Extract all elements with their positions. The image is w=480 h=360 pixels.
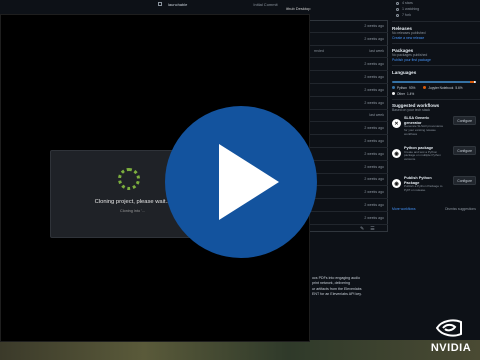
file-list: 2 weeks ago 2 weeks ago rrrcled last week… bbox=[310, 20, 388, 225]
workflow-desc: Generate SLSA3 provenance for your exist… bbox=[404, 124, 444, 136]
desktop-wallpaper bbox=[0, 340, 480, 360]
folder-icon bbox=[158, 2, 162, 6]
language-other[interactable]: Other 1.4% bbox=[392, 92, 414, 96]
file-time: 2 weeks ago bbox=[364, 164, 384, 169]
slsa-icon: ✕ bbox=[392, 119, 401, 128]
file-time: 2 weeks ago bbox=[364, 177, 384, 182]
repo-sidebar: 4 stars 1 watching 7 fork Releases No re… bbox=[392, 0, 480, 340]
file-time: 2 weeks ago bbox=[364, 23, 384, 28]
file-time: 2 weeks ago bbox=[364, 139, 384, 144]
file-time: 2 weeks ago bbox=[364, 87, 384, 92]
file-time: 2 weeks ago bbox=[364, 215, 384, 220]
repo-file-header: launchable Initial Commit bbox=[150, 0, 390, 8]
workflow-desc: Publish a Python Package to PyPI on rele… bbox=[404, 184, 443, 192]
dismiss-suggestions-link[interactable]: Dismiss suggestions bbox=[445, 207, 476, 211]
file-time: 2 weeks ago bbox=[364, 100, 384, 105]
file-row[interactable]: 2 weeks ago bbox=[310, 148, 388, 161]
language-bar-python bbox=[392, 80, 471, 83]
configure-button[interactable]: Configure bbox=[453, 116, 476, 125]
workflows-footer: More workflows Dismiss suggestions bbox=[392, 207, 480, 211]
file-row[interactable]: 2 weeks ago bbox=[310, 20, 388, 33]
file-row[interactable]: 2 weeks ago bbox=[310, 186, 388, 200]
nvidia-wordmark: NVIDIA bbox=[430, 342, 472, 354]
file-row[interactable]: 2 weeks ago bbox=[310, 212, 388, 225]
desktop-app-title: ithub Desktop bbox=[286, 6, 311, 11]
workflow-card: ✕ SLSA Generic generator Generate SLSA3 … bbox=[392, 113, 480, 143]
language-bar-other bbox=[474, 80, 476, 83]
file-time: 2 weeks ago bbox=[364, 203, 384, 208]
file-time: 2 weeks ago bbox=[364, 36, 384, 41]
nvidia-logo: NVIDIA bbox=[428, 318, 474, 356]
file-row[interactable]: rrrcled last week bbox=[310, 46, 388, 59]
file-row[interactable]: 2 weeks ago bbox=[310, 71, 388, 84]
file-time: 2 weeks ago bbox=[364, 62, 384, 67]
stat-forks[interactable]: 7 fork bbox=[392, 12, 480, 18]
configure-button[interactable]: Configure bbox=[453, 176, 476, 185]
readme-line: ENT for an Elevenlabs API key. bbox=[312, 292, 362, 297]
file-time: 2 weeks ago bbox=[364, 75, 384, 80]
folder-name[interactable]: launchable bbox=[168, 2, 187, 7]
language-bar bbox=[392, 80, 476, 83]
python-dot-icon bbox=[392, 86, 395, 89]
file-row[interactable]: 2 weeks ago bbox=[310, 199, 388, 212]
video-play-button[interactable] bbox=[165, 106, 317, 258]
file-row[interactable]: 2 weeks ago bbox=[310, 135, 388, 148]
divider bbox=[392, 65, 480, 66]
file-row[interactable]: 2 weeks ago bbox=[310, 97, 388, 110]
file-time: last week bbox=[369, 49, 384, 54]
file-row[interactable]: 2 weeks ago bbox=[310, 33, 388, 46]
language-jupyter[interactable]: Jupyter Notebook 5.6% bbox=[423, 86, 463, 90]
create-release-link[interactable]: Create a new release bbox=[392, 36, 480, 41]
readme-header-actions: ✎ ☰ bbox=[360, 226, 375, 232]
file-row[interactable]: 2 weeks ago bbox=[310, 174, 388, 187]
divider bbox=[392, 21, 480, 22]
file-time: 2 weeks ago bbox=[364, 151, 384, 156]
python-icon: ◉ bbox=[392, 149, 401, 158]
edit-icon[interactable]: ✎ bbox=[360, 226, 364, 232]
language-legend: Python 93% Jupyter Notebook 5.6% Other 1.4% bbox=[392, 86, 480, 96]
readme-text: ocs PDFs into engaging audio print netwo… bbox=[312, 276, 392, 298]
file-time: 2 weeks ago bbox=[364, 190, 384, 195]
workflow-card: ◉ Publish Python Package Publish a Pytho… bbox=[392, 173, 480, 203]
publish-package-link[interactable]: Publish your first package bbox=[392, 58, 480, 63]
file-row[interactable]: 2 weeks ago bbox=[310, 58, 388, 72]
more-workflows-link[interactable]: More workflows bbox=[392, 207, 416, 211]
loading-spinner-icon bbox=[118, 168, 140, 190]
file-time: last week bbox=[369, 113, 384, 118]
python-icon: ◉ bbox=[392, 179, 401, 188]
commit-message[interactable]: Initial Commit bbox=[253, 2, 277, 7]
configure-button[interactable]: Configure bbox=[453, 146, 476, 155]
list-icon[interactable]: ☰ bbox=[370, 226, 374, 232]
workflow-desc: Create and test a Python package on mult… bbox=[404, 149, 441, 162]
nvidia-eye-icon bbox=[436, 319, 462, 337]
star-icon bbox=[396, 1, 399, 5]
eye-icon bbox=[396, 7, 399, 11]
fork-icon bbox=[396, 13, 399, 17]
play-icon bbox=[219, 144, 279, 220]
file-time: 2 weeks ago bbox=[364, 126, 384, 131]
divider bbox=[392, 98, 480, 99]
workflow-card: ◉ Python package Create and test a Pytho… bbox=[392, 143, 480, 173]
jupyter-dot-icon bbox=[423, 86, 427, 89]
languages-heading: Languages bbox=[392, 69, 417, 75]
language-python[interactable]: Python 93% bbox=[392, 86, 415, 90]
other-dot-icon bbox=[392, 92, 395, 95]
file-row[interactable]: 2 weeks ago bbox=[310, 84, 388, 97]
divider bbox=[392, 43, 480, 44]
file-row[interactable]: 2 weeks ago bbox=[310, 122, 388, 136]
file-row[interactable]: 2 weeks ago bbox=[310, 161, 388, 174]
file-row[interactable]: last week bbox=[310, 110, 388, 123]
